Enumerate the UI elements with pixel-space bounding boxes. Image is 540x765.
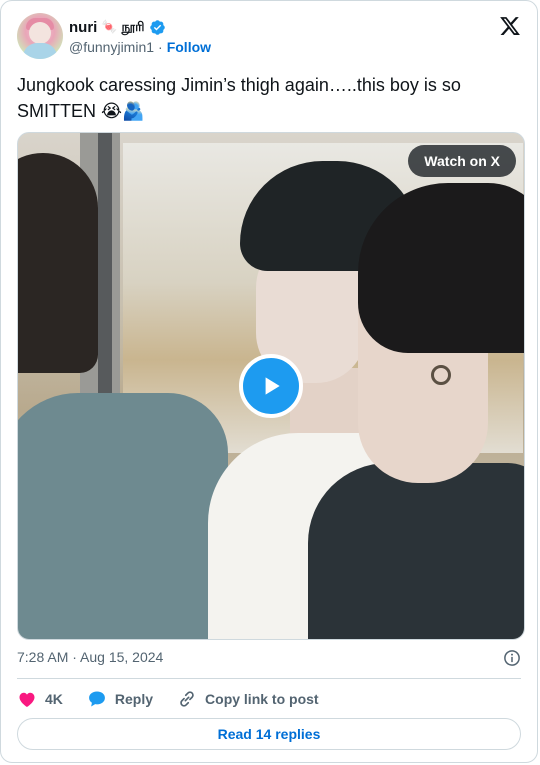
- action-bar: 4K Reply Copy link to post: [17, 687, 521, 711]
- like-button[interactable]: 4K: [17, 689, 63, 709]
- info-icon[interactable]: [503, 649, 521, 667]
- follow-button[interactable]: Follow: [167, 39, 211, 55]
- like-count: 4K: [45, 691, 63, 707]
- author-handle-row: @funnyjimin1 · Follow: [69, 39, 211, 55]
- link-icon: [180, 691, 194, 707]
- tweet-card: nuri 🍬 நூரி @funnyjimin1 · Follow Jungko…: [0, 0, 538, 763]
- candy-icon: 🍬: [101, 19, 118, 34]
- play-button[interactable]: [239, 354, 303, 418]
- play-icon: [265, 377, 280, 395]
- tweet-body: Jungkook caressing Jimin’s thigh again….…: [17, 75, 461, 121]
- divider: [17, 678, 521, 679]
- author-name[interactable]: nuri: [69, 19, 97, 36]
- tweet-text: Jungkook caressing Jimin’s thigh again….…: [17, 72, 525, 124]
- video-thumbnail[interactable]: Watch on X: [17, 132, 525, 640]
- separator: ·: [158, 39, 163, 55]
- author-name-suffix: நூரி: [121, 18, 145, 34]
- tweet-header: nuri 🍬 நூரி @funnyjimin1 · Follow: [17, 13, 521, 61]
- read-replies-button[interactable]: Read 14 replies: [17, 718, 521, 750]
- timestamp[interactable]: 7:28 AM · Aug 15, 2024: [17, 649, 163, 665]
- people-hugging-icon: 🫂: [122, 101, 145, 121]
- reply-bubble-icon: [88, 691, 105, 707]
- x-logo-icon[interactable]: [499, 15, 521, 37]
- reply-button[interactable]: Reply: [87, 689, 153, 709]
- author-handle[interactable]: @funnyjimin1: [69, 39, 154, 55]
- verified-badge-icon: [149, 19, 165, 35]
- tweet-meta: 7:28 AM · Aug 15, 2024: [17, 649, 521, 669]
- loudly-crying-face-icon: 😭: [101, 101, 123, 121]
- author-name-row[interactable]: nuri 🍬 நூரி: [69, 17, 166, 37]
- copy-link-button[interactable]: Copy link to post: [177, 689, 319, 709]
- heart-icon: [19, 692, 35, 707]
- watch-on-x-button[interactable]: Watch on X: [408, 145, 516, 177]
- copy-link-label: Copy link to post: [205, 691, 319, 707]
- reply-label: Reply: [114, 691, 154, 707]
- avatar[interactable]: [17, 13, 63, 59]
